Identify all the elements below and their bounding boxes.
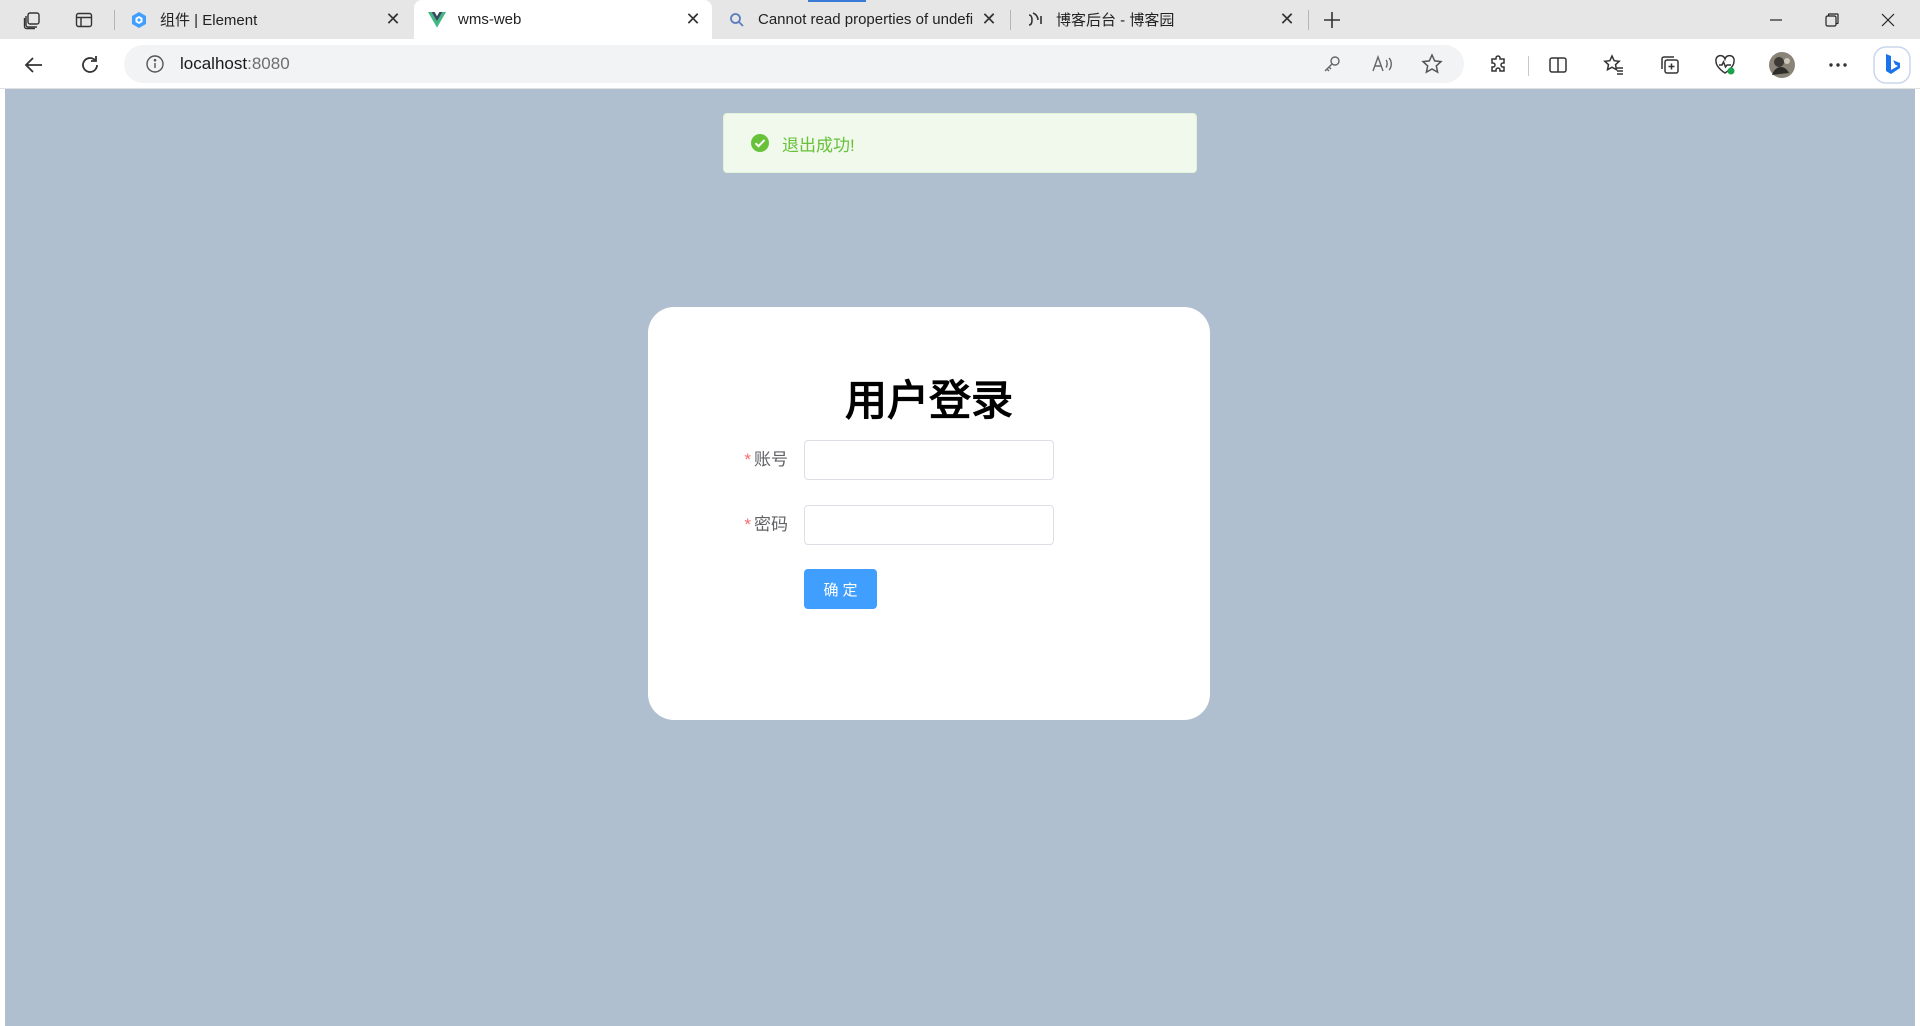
toolbar-separator	[1528, 56, 1529, 76]
close-tab-icon[interactable]: ✕	[682, 9, 704, 31]
back-arrow-icon[interactable]	[20, 51, 48, 79]
account-form-item: * 账号	[648, 440, 1210, 480]
close-window-icon[interactable]	[1860, 0, 1916, 39]
tab-cnblogs[interactable]: 博客后台 - 博客园 ✕	[1012, 0, 1306, 39]
tab-separator	[1308, 10, 1309, 30]
tab-actions-icon[interactable]	[70, 6, 98, 34]
key-icon[interactable]	[1318, 50, 1346, 78]
toast-message: 退出成功!	[782, 135, 855, 155]
workspaces-icon[interactable]	[18, 6, 46, 34]
tab-separator	[114, 10, 115, 30]
extensions-icon[interactable]	[1485, 51, 1513, 79]
browser-tab-strip: 组件 | Element ✕ wms-web ✕ Cannot read pro…	[0, 0, 1920, 39]
password-label-text: 密码	[754, 515, 788, 534]
login-card: 用户登录 * 账号 * 密码 确定	[648, 307, 1210, 720]
success-toast: 退出成功!	[723, 113, 1197, 173]
new-tab-icon[interactable]	[1318, 6, 1346, 34]
favorites-icon[interactable]	[1600, 51, 1628, 79]
url-host: localhost	[180, 54, 248, 73]
vue-icon	[428, 11, 446, 29]
read-aloud-icon[interactable]	[1368, 50, 1396, 78]
tab-title: 博客后台 - 博客园	[1056, 12, 1175, 29]
tab-title: wms-web	[458, 11, 522, 28]
tab-title: Cannot read properties of undefi	[758, 11, 974, 28]
minimize-window-icon[interactable]	[1748, 0, 1804, 39]
close-tab-icon[interactable]: ✕	[978, 9, 1000, 31]
split-screen-icon[interactable]	[1544, 51, 1572, 79]
close-tab-icon[interactable]: ✕	[382, 9, 404, 31]
account-label: * 账号	[744, 440, 788, 480]
restore-window-icon[interactable]	[1804, 0, 1860, 39]
success-check-icon	[751, 134, 769, 152]
profile-avatar[interactable]	[1768, 51, 1796, 79]
more-options-icon[interactable]	[1824, 51, 1852, 79]
element-ui-icon	[130, 11, 148, 29]
search-icon	[728, 11, 746, 29]
login-title: 用户登录	[844, 377, 1013, 424]
tab-title: 组件 | Element	[160, 12, 258, 29]
account-input[interactable]	[804, 440, 1054, 480]
close-tab-icon[interactable]: ✕	[1276, 9, 1298, 31]
url-text: localhost:8080	[180, 54, 290, 74]
site-info-icon[interactable]	[144, 53, 166, 75]
tab-element[interactable]: 组件 | Element ✕	[116, 0, 412, 39]
tab-separator	[1010, 10, 1011, 30]
collections-icon[interactable]	[1656, 51, 1684, 79]
refresh-icon[interactable]	[76, 51, 104, 79]
browser-essentials-icon[interactable]	[1711, 51, 1739, 79]
tab-search-error[interactable]: Cannot read properties of undefi ✕	[714, 0, 1008, 39]
confirm-button[interactable]: 确定	[804, 569, 877, 609]
address-bar[interactable]: localhost:8080	[124, 45, 1464, 83]
password-form-item: * 密码	[648, 505, 1210, 545]
url-port: :8080	[247, 54, 290, 73]
browser-toolbar: localhost:8080	[0, 39, 1920, 89]
account-label-text: 账号	[754, 450, 788, 469]
bing-copilot-icon[interactable]	[1872, 45, 1912, 85]
password-label: * 密码	[744, 505, 788, 545]
tab-wms-web[interactable]: wms-web ✕	[414, 0, 712, 39]
cnblogs-icon	[1026, 11, 1044, 29]
required-mark: *	[744, 515, 751, 534]
password-input[interactable]	[804, 505, 1054, 545]
required-mark: *	[744, 450, 751, 469]
favorite-star-icon[interactable]	[1418, 50, 1446, 78]
